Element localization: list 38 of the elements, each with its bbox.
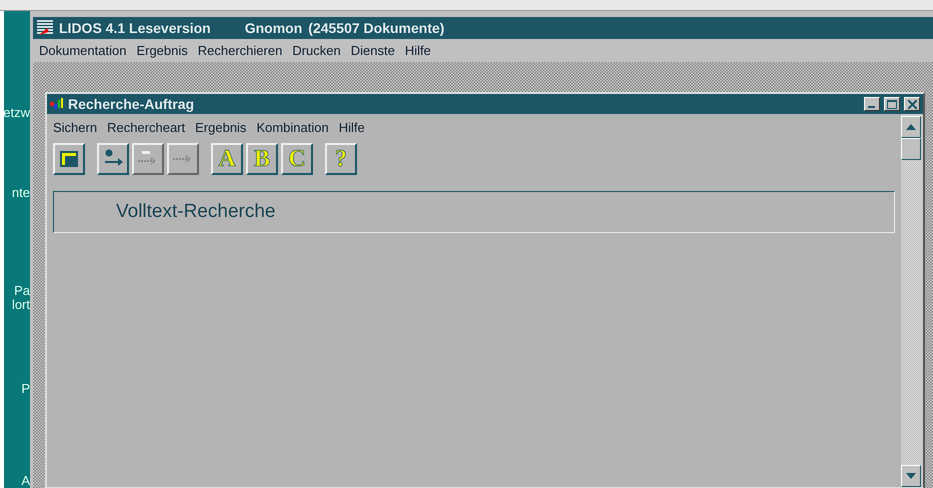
up-triangle-icon bbox=[906, 124, 916, 130]
app-icon bbox=[50, 98, 64, 110]
desktop-icon-label[interactable]: etzw bbox=[4, 106, 30, 120]
desktop-icon-label[interactable]: lort bbox=[12, 298, 30, 312]
toolbar-button[interactable] bbox=[97, 143, 129, 175]
menu-item[interactable]: Hilfe bbox=[338, 120, 365, 135]
app-icon bbox=[37, 20, 53, 36]
desktop-icon-label[interactable]: P bbox=[21, 382, 30, 396]
scroll-down-button[interactable] bbox=[901, 465, 921, 487]
menu-item[interactable]: Dienste bbox=[350, 43, 395, 58]
desktop-icon-label[interactable]: A bbox=[21, 474, 30, 488]
menu-item[interactable]: Dokumentation bbox=[39, 43, 126, 58]
menu-item[interactable]: Kombination bbox=[256, 120, 329, 135]
minimize-button[interactable] bbox=[864, 97, 880, 111]
close-icon bbox=[908, 100, 916, 108]
maximize-button[interactable] bbox=[884, 97, 900, 111]
toolbar-button[interactable] bbox=[53, 143, 85, 175]
panel-icon bbox=[60, 151, 78, 167]
database-name: Gnomon bbox=[244, 20, 302, 36]
menu-item[interactable]: Rechercheart bbox=[107, 120, 186, 135]
desktop-icon-label[interactable]: Pa bbox=[14, 284, 30, 298]
person-arrow-icon bbox=[102, 149, 124, 169]
menu-item[interactable]: Sichern bbox=[53, 120, 98, 135]
menu-item[interactable]: Ergebnis bbox=[136, 43, 188, 58]
menu-item[interactable]: Drucken bbox=[292, 43, 341, 58]
scroll-up-button[interactable] bbox=[901, 116, 921, 138]
window-title: LIDOS 4.1 Leseversion bbox=[59, 20, 211, 36]
window-title: Recherche-Auftrag bbox=[68, 96, 196, 112]
menu-item[interactable]: Hilfe bbox=[404, 43, 431, 58]
document-count: (245507 Dokumente) bbox=[308, 20, 444, 36]
down-triangle-icon bbox=[906, 473, 916, 479]
search-type-field[interactable]: Volltext-Recherche bbox=[53, 191, 895, 233]
desktop-icon-label[interactable]: nte bbox=[12, 186, 30, 200]
menu-item[interactable]: Ergebnis bbox=[195, 120, 246, 135]
maximize-icon bbox=[887, 100, 897, 108]
scroll-thumb[interactable] bbox=[901, 138, 921, 160]
close-button[interactable] bbox=[904, 97, 920, 111]
menu-item[interactable]: Recherchieren bbox=[198, 43, 282, 58]
